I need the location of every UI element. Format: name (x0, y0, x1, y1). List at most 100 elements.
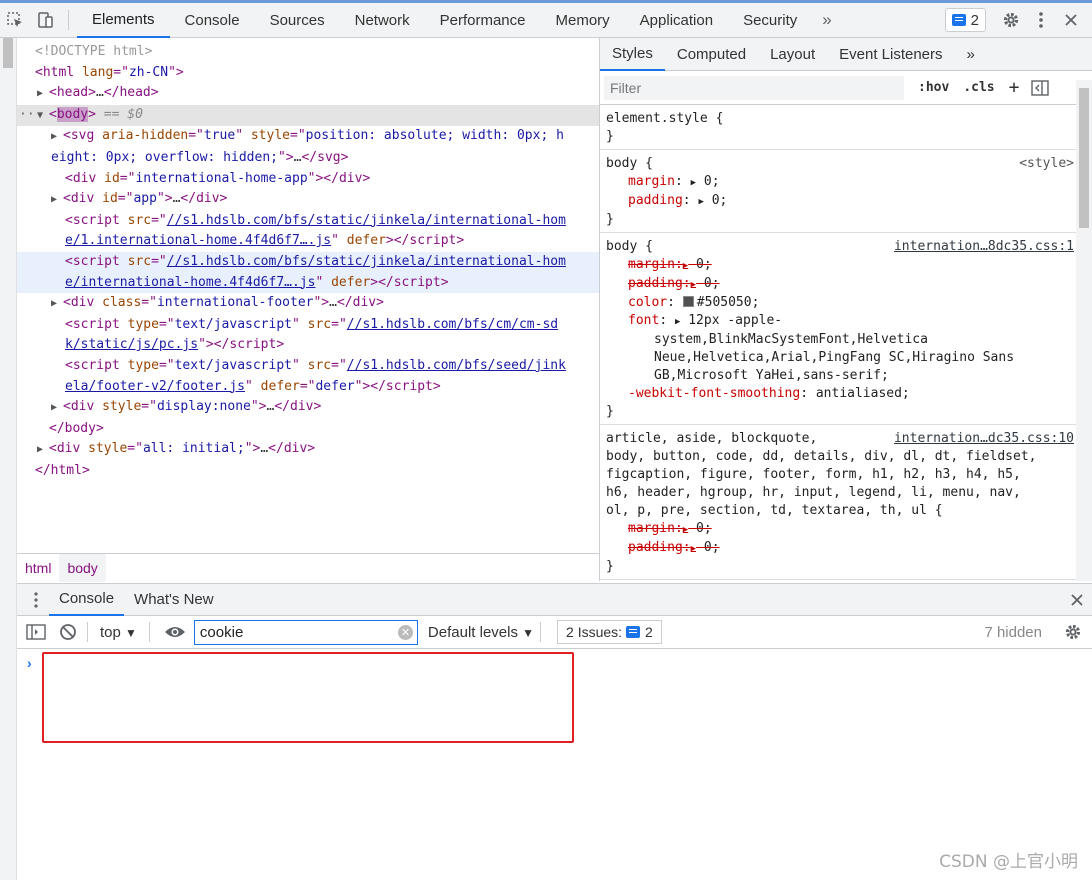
script-src-link[interactable]: //s1.hdslb.com/bfs/static/jinkela/intern… (167, 254, 566, 269)
script-src-link[interactable]: //s1.hdslb.com/bfs/cm/cm-sd (347, 317, 558, 332)
script-src-link[interactable]: ela/footer-v2/footer.js (65, 379, 245, 394)
dom-node-html-close[interactable]: </html> (17, 461, 599, 482)
settings-gear-icon[interactable] (996, 5, 1026, 35)
attr-value: app (133, 191, 157, 207)
css-property[interactable]: font: ▶ 12px -apple- (606, 312, 1076, 331)
styles-filter-input[interactable]: Filter (604, 75, 904, 100)
hover-state-toggle[interactable]: :hov (918, 80, 949, 95)
dom-node-div-hidden[interactable]: ▶ <div style="display:none">…</div> (17, 397, 599, 419)
live-expression-eye-icon[interactable] (162, 619, 188, 645)
css-property-overridden[interactable]: padding:▶ 0; (606, 275, 1076, 294)
tab-layout[interactable]: Layout (758, 38, 827, 71)
highlight-annotation-box (42, 652, 574, 743)
more-tabs-button[interactable]: » (812, 10, 841, 30)
console-issues-button[interactable]: 2 Issues: 2 (557, 620, 662, 644)
context-selector[interactable]: top ▼ (100, 624, 137, 641)
tab-memory[interactable]: Memory (541, 3, 625, 38)
rule-source[interactable]: <style> (1019, 155, 1074, 173)
script-src-link[interactable]: k/static/js/pc.js (65, 337, 198, 352)
issues-count: 2 (644, 624, 653, 640)
dom-node-div-initial[interactable]: ▶ <div style="all: initial;">…</div> (17, 439, 599, 461)
close-devtools-icon[interactable] (1056, 5, 1086, 35)
collapsed-ellipsis: … (95, 85, 104, 101)
css-property[interactable]: color: #505050; (606, 294, 1076, 312)
left-scrollbar[interactable] (0, 38, 17, 880)
dom-node-script-1[interactable]: <script src="//s1.hdslb.com/bfs/static/j… (17, 211, 599, 232)
styles-scrollbar[interactable] (1076, 80, 1092, 581)
dropdown-arrow-icon: ▼ (522, 625, 535, 640)
tab-styles[interactable]: Styles (600, 38, 665, 71)
css-value-wrap: system,BlinkMacSystemFont,Helvetica (654, 332, 928, 347)
rule-reset[interactable]: internation…dc35.css:10 article, aside, … (600, 425, 1076, 580)
clear-filter-icon[interactable]: ✕ (397, 624, 413, 640)
rule-selector: figcaption, figure, footer, form, h1, h2… (606, 467, 1021, 482)
scrollbar-thumb[interactable] (3, 38, 13, 68)
tab-computed[interactable]: Computed (665, 38, 758, 71)
console-settings-gear-icon[interactable] (1060, 619, 1086, 645)
drawer-tab-console[interactable]: Console (49, 584, 125, 616)
css-property[interactable]: padding: ▶ 0; (606, 192, 1076, 211)
rule-body-style-tag[interactable]: <style> body { margin: ▶ 0; padding: ▶ 0… (600, 150, 1076, 233)
color-swatch-icon[interactable] (682, 296, 694, 307)
expand-triangle-icon[interactable]: ▶ (37, 440, 49, 461)
css-property[interactable]: -webkit-font-smoothing: antialiased; (606, 385, 1076, 403)
console-filter-input[interactable]: cookie ✕ (193, 619, 418, 645)
script-src-link[interactable]: //s1.hdslb.com/bfs/static/jinkela/intern… (167, 213, 566, 228)
css-property[interactable]: margin: ▶ 0; (606, 173, 1076, 192)
css-property-overridden[interactable]: padding:▶ 0; (606, 539, 1076, 558)
tab-performance[interactable]: Performance (425, 3, 541, 38)
rule-source-link[interactable]: internation…8dc35.css:1 (894, 238, 1074, 256)
clear-console-icon[interactable] (55, 619, 81, 645)
drawer-tab-whats-new[interactable]: What's New (124, 584, 224, 616)
tab-console[interactable]: Console (170, 3, 255, 38)
rule-element-style[interactable]: element.style { } (600, 105, 1076, 150)
new-rule-plus-icon[interactable]: + (1009, 77, 1020, 98)
tab-elements[interactable]: Elements (77, 3, 170, 38)
device-toolbar-icon[interactable] (30, 5, 60, 35)
issues-counter-button[interactable]: 2 (944, 8, 986, 32)
toggle-sidebar-icon[interactable] (1031, 79, 1050, 96)
dom-node-body-close[interactable]: </body> (17, 419, 599, 440)
expand-triangle-icon[interactable]: ▶ (51, 127, 63, 148)
more-sidebar-tabs-button[interactable]: » (955, 38, 987, 71)
dom-node-html[interactable]: <html lang="zh-CN"> (17, 63, 599, 84)
script-src-link[interactable]: e/1.international-home.4f4d6f7….js (65, 233, 331, 248)
dom-node-body-selected[interactable]: ··· ▼ <body> == $0 (17, 104, 599, 127)
breadcrumb-body[interactable]: body (59, 553, 106, 582)
dom-node-script-3[interactable]: <script type="text/javascript" src="//s1… (17, 315, 599, 336)
dom-node-div-home-app[interactable]: <div id="international-home-app"></div> (17, 169, 599, 190)
kebab-menu-icon[interactable] (1026, 5, 1056, 35)
scrollbar-thumb[interactable] (1079, 88, 1089, 228)
expand-triangle-icon[interactable]: ▶ (51, 398, 63, 419)
expand-triangle-icon[interactable]: ▶ (51, 190, 63, 211)
class-toggle[interactable]: .cls (963, 80, 994, 95)
dom-node-head[interactable]: ▶ <head>…</head> (17, 83, 599, 105)
tab-network[interactable]: Network (340, 3, 425, 38)
tab-application[interactable]: Application (625, 3, 728, 38)
dom-node-svg[interactable]: ▶ <svg aria-hidden="true" style="position… (17, 126, 599, 148)
tab-sources[interactable]: Sources (255, 3, 340, 38)
script-src-link[interactable]: //s1.hdslb.com/bfs/seed/jink (347, 358, 566, 373)
rule-source-link[interactable]: internation…dc35.css:10 (894, 430, 1074, 448)
inspect-element-icon[interactable] (0, 5, 30, 35)
css-property-overridden[interactable]: margin:▶ 0; (606, 256, 1076, 275)
rule-body-css[interactable]: internation…8dc35.css:1 body { margin:▶ … (600, 233, 1076, 425)
log-levels-dropdown[interactable]: Default levels ▼ (428, 624, 534, 641)
dom-node-script-2[interactable]: <script src="//s1.hdslb.com/bfs/static/j… (17, 251, 599, 273)
css-property-overridden[interactable]: margin:▶ 0; (606, 520, 1076, 539)
expand-triangle-icon[interactable]: ▶ (37, 84, 49, 105)
expand-triangle-icon[interactable]: ▶ (51, 294, 63, 315)
breadcrumb-html[interactable]: html (17, 554, 59, 582)
close-drawer-icon[interactable] (1070, 593, 1084, 607)
tab-event-listeners[interactable]: Event Listeners (827, 38, 954, 71)
console-output[interactable]: › (17, 649, 1092, 880)
dom-node-doctype[interactable]: <!DOCTYPE html> (17, 42, 599, 63)
script-src-link[interactable]: e/international-home.4f4d6f7….js (65, 275, 315, 290)
node-actions-dots-icon[interactable]: ··· (19, 105, 42, 126)
show-sidebar-icon[interactable] (23, 619, 49, 645)
drawer-menu-icon[interactable] (23, 587, 49, 613)
tab-security[interactable]: Security (728, 3, 812, 38)
dom-node-div-footer[interactable]: ▶ <div class="international-footer">…</di… (17, 293, 599, 315)
dom-node-div-app[interactable]: ▶ <div id="app">…</div> (17, 189, 599, 211)
dom-node-script-4[interactable]: <script type="text/javascript" src="//s1… (17, 356, 599, 377)
